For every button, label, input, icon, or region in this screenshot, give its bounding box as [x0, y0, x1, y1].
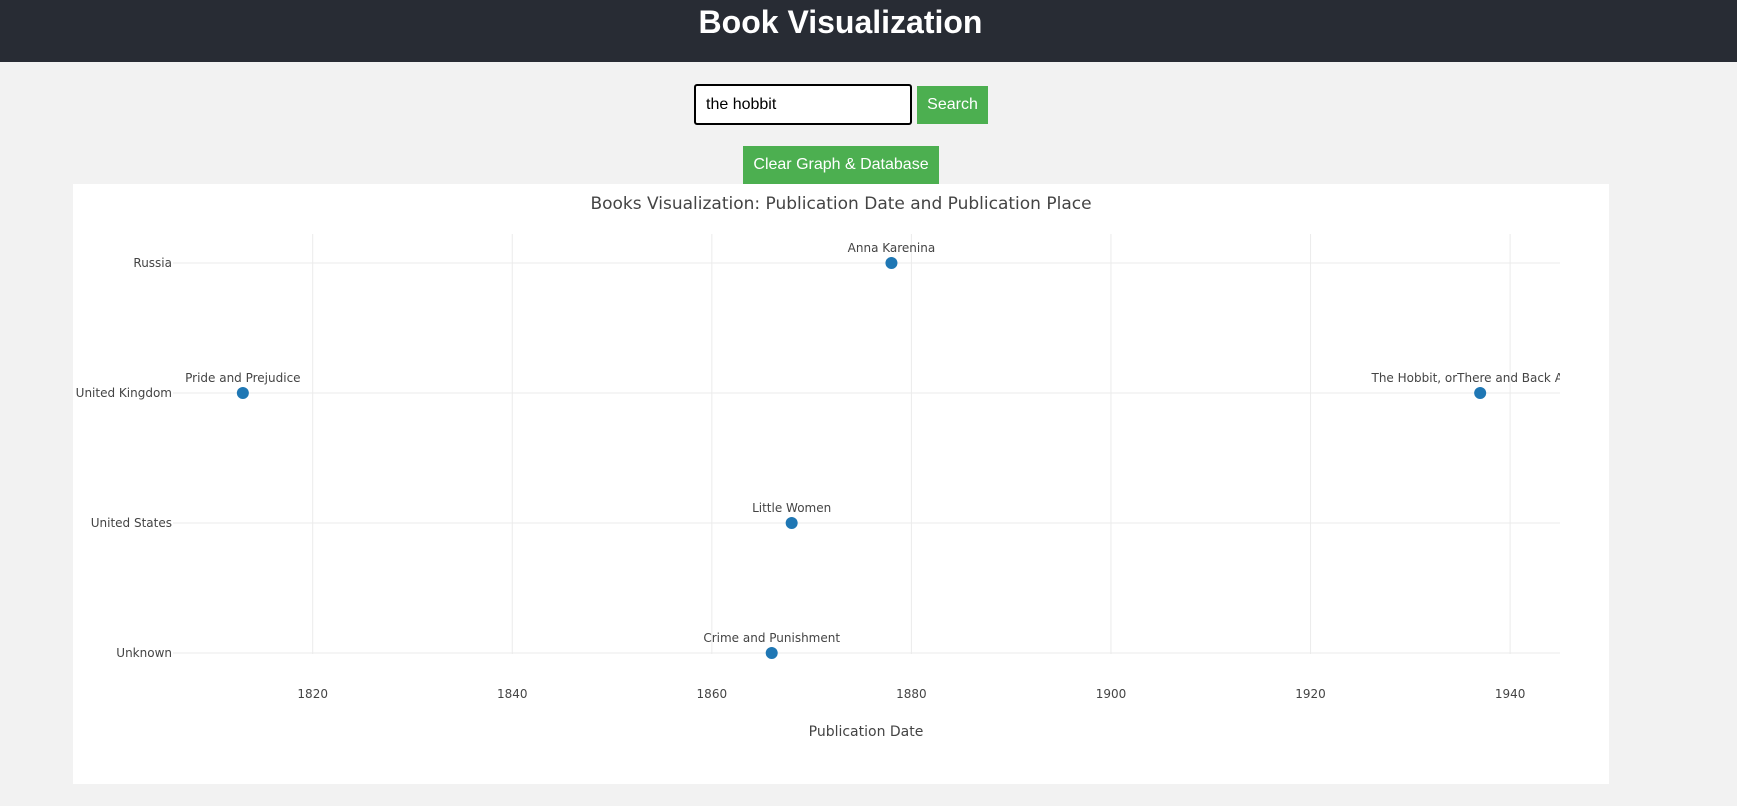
x-tick-label: 1820: [297, 687, 328, 701]
grid-lines: [173, 234, 1560, 654]
search-button[interactable]: Search: [917, 86, 988, 124]
y-tick-label: Russia: [133, 256, 172, 270]
x-axis-title: Publication Date: [809, 724, 924, 740]
x-tick-label: 1880: [896, 687, 927, 701]
y-tick-label: United Kingdom: [76, 386, 172, 400]
data-point: [1474, 387, 1487, 399]
data-point: [885, 257, 898, 269]
clear-graph-button[interactable]: Clear Graph & Database: [743, 146, 939, 184]
x-tick-label: 1860: [697, 687, 728, 701]
x-tick-label: 1840: [497, 687, 528, 701]
data-point-label: Crime and Punishment: [703, 631, 840, 645]
point-labels: Anna Karenina Pride and Prejudice The Hobb…: [185, 241, 1589, 645]
y-tick-label: United States: [91, 516, 172, 530]
app-header: Book Visualization: [0, 0, 1737, 62]
x-tick-label: 1920: [1295, 687, 1326, 701]
scatter-chart: Books Visualization: Publication Date an…: [76, 194, 1589, 740]
chart-panel: Books Visualization: Publication Date an…: [73, 184, 1609, 784]
data-point: [785, 517, 798, 529]
data-point-label: The Hobbit, orThere and Back Again: [1371, 371, 1589, 385]
data-point: [236, 387, 249, 399]
search-input[interactable]: [694, 84, 912, 125]
page-title: Book Visualization: [698, 4, 983, 40]
data-point-label: Pride and Prejudice: [185, 371, 300, 385]
data-point-label: Little Women: [752, 501, 831, 515]
x-tick-label: 1900: [1096, 687, 1127, 701]
x-tick-label: 1940: [1495, 687, 1526, 701]
y-tick-label: Unknown: [116, 646, 172, 660]
data-point: [765, 647, 778, 659]
chart-title: Books Visualization: Publication Date an…: [590, 194, 1091, 214]
data-point-label: Anna Karenina: [848, 241, 936, 255]
